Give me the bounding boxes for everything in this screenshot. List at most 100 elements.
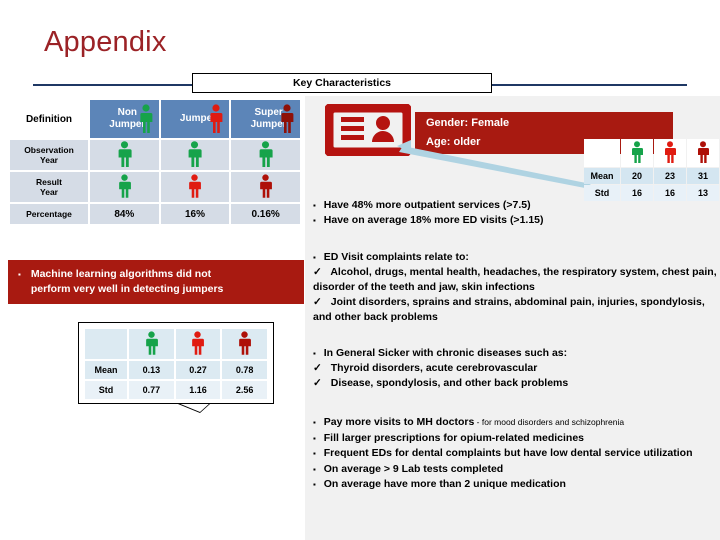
row-label-line2: Year bbox=[40, 155, 58, 165]
check-icon: ✓ bbox=[313, 296, 322, 308]
bullet-marker: ▪ bbox=[313, 480, 316, 489]
row-label-line1: Result bbox=[36, 177, 62, 187]
stat-value: 0.78 bbox=[222, 361, 267, 379]
ed-complaints-bullets: ▪ ED Visit complaints relate to: ✓ Alcoh… bbox=[313, 250, 717, 325]
cell-person-darkred-icon bbox=[231, 172, 300, 202]
row-label-observation-year: Observation Year bbox=[10, 140, 88, 170]
list-item: ▪ Have on average 18% more ED visits (>1… bbox=[313, 213, 613, 228]
percentage-value: 16% bbox=[160, 204, 230, 224]
table-header-row bbox=[584, 139, 719, 167]
table-row: Observation Year bbox=[10, 140, 300, 170]
row-label-line2: Year bbox=[40, 187, 58, 197]
person-green-icon bbox=[139, 104, 153, 137]
check-icon: ✓ bbox=[313, 266, 322, 278]
cell-person-green-icon bbox=[90, 140, 159, 170]
slide-canvas: Appendix Key Characteristics Definition … bbox=[0, 0, 720, 540]
person-red-icon bbox=[209, 104, 223, 137]
list-item-text: On average have more than 2 unique medic… bbox=[323, 478, 566, 490]
stat-value: 1.16 bbox=[175, 381, 221, 399]
list-item-heading: ▪ In General Sicker with chronic disease… bbox=[313, 346, 717, 361]
table-header-row: Definition Non Jumper Jumper Super Jumpe… bbox=[10, 100, 300, 138]
cell-person-green-icon bbox=[90, 172, 159, 202]
row-label-line1: Observation bbox=[24, 145, 74, 155]
table-row: Mean 20 23 31 bbox=[584, 168, 719, 184]
list-item-text: Have on average 18% more ED visits (>1.1… bbox=[323, 214, 544, 226]
list-item-text: Thyroid disorders, acute cerebrovascular bbox=[330, 362, 538, 374]
bullet-marker: ▪ bbox=[313, 201, 316, 210]
lower-stats-table: Mean 0.13 0.27 0.78 Std 0.77 1.16 2.56 bbox=[83, 327, 269, 401]
list-item: ✓ Alcohol, drugs, mental health, headach… bbox=[313, 265, 717, 295]
stat-value: 31 bbox=[687, 168, 719, 184]
check-icon: ✓ bbox=[313, 362, 322, 374]
person-darkred-icon bbox=[687, 139, 719, 167]
stat-value: 16 bbox=[654, 185, 686, 201]
table-row-percentage: Percentage 84% 16% 0.16% bbox=[10, 204, 300, 224]
callout-tail bbox=[178, 403, 210, 412]
banner-line2: perform very well in detecting jumpers bbox=[30, 283, 224, 295]
person-red-icon bbox=[654, 139, 686, 167]
bullet-marker: ▪ bbox=[313, 433, 316, 443]
percentage-value: 0.16% bbox=[231, 204, 300, 224]
list-heading-text: ED Visit complaints relate to: bbox=[323, 251, 469, 263]
list-item-text: Alcohol, drugs, mental health, headaches… bbox=[313, 266, 717, 293]
list-item: ▪ On average > 9 Lab tests completed bbox=[313, 462, 717, 478]
column-header-jumper: Jumper bbox=[160, 100, 230, 138]
lower-stats-callout: Mean 0.13 0.27 0.78 Std 0.77 1.16 2.56 bbox=[78, 322, 274, 404]
bullet-marker: ▪ bbox=[313, 449, 316, 458]
cell-person-red-icon bbox=[160, 172, 230, 202]
gender-line: Gender: Female bbox=[426, 117, 510, 129]
blank-corner bbox=[584, 139, 620, 167]
chronic-disease-bullets: ▪ In General Sicker with chronic disease… bbox=[313, 346, 717, 391]
bullet-marker: ▪ bbox=[313, 216, 316, 225]
list-item: ✓ Thyroid disorders, acute cerebrovascul… bbox=[313, 361, 717, 376]
list-item-text: Joint disorders, sprains and strains, ab… bbox=[313, 296, 705, 323]
row-label-mean: Mean bbox=[584, 168, 620, 184]
ml-performance-text: Machine learning algorithms did not perf… bbox=[31, 267, 224, 304]
list-item: ▪ Pay more visits to MH doctors - for mo… bbox=[313, 415, 717, 431]
percentage-value: 84% bbox=[90, 204, 159, 224]
stat-value: 0.77 bbox=[129, 381, 174, 399]
stat-value: 2.56 bbox=[222, 381, 267, 399]
column-header-non-jumper: Non Jumper bbox=[90, 100, 159, 138]
list-item: ✓ Joint disorders, sprains and strains, … bbox=[313, 295, 717, 325]
age-stats-table: Mean 20 23 31 Std 16 16 13 bbox=[583, 138, 720, 202]
table-row: Std 0.77 1.16 2.56 bbox=[85, 381, 267, 399]
bullet-marker: ▪ bbox=[313, 253, 316, 262]
section-plate: Key Characteristics bbox=[192, 73, 492, 93]
blank-corner bbox=[85, 329, 127, 359]
row-label-percentage: Percentage bbox=[10, 204, 88, 224]
bullet-marker: ▪ bbox=[18, 270, 21, 279]
table-header-row bbox=[85, 329, 267, 359]
definition-table: Definition Non Jumper Jumper Super Jumpe… bbox=[8, 98, 302, 226]
stat-value: 13 bbox=[687, 185, 719, 201]
bullet-marker: ▪ bbox=[313, 464, 316, 474]
list-item-text: Pay more visits to MH doctors bbox=[323, 416, 475, 428]
list-item-text: Disease, spondylosis, and other back pro… bbox=[330, 377, 569, 389]
table-row: Mean 0.13 0.27 0.78 bbox=[85, 361, 267, 379]
list-item: ▪ Frequent EDs for dental complaints but… bbox=[313, 446, 717, 462]
page-title: Appendix bbox=[44, 26, 167, 58]
table-row: Result Year bbox=[10, 172, 300, 202]
utilization-bullets: ▪ Have 48% more outpatient services (>7.… bbox=[313, 198, 613, 228]
list-item-text: On average > 9 Lab tests completed bbox=[323, 462, 504, 475]
person-darkred-icon bbox=[280, 104, 294, 137]
list-item-text: Fill larger prescriptions for opium-rela… bbox=[323, 431, 584, 444]
stat-value: 23 bbox=[654, 168, 686, 184]
person-green-icon bbox=[129, 329, 174, 359]
cell-person-green-icon bbox=[160, 140, 230, 170]
list-item-text: Frequent EDs for dental complaints but h… bbox=[323, 447, 693, 459]
list-item-suffix: - for mood disorders and schizophrenia bbox=[474, 417, 625, 427]
ml-performance-banner: ▪ Machine learning algorithms did not pe… bbox=[8, 260, 304, 304]
list-heading-text: In General Sicker with chronic diseases … bbox=[323, 347, 568, 359]
row-label-std: Std bbox=[85, 381, 127, 399]
stat-value: 16 bbox=[621, 185, 653, 201]
list-item-text: Have 48% more outpatient services (>7.5) bbox=[323, 199, 531, 211]
list-item-heading: ▪ ED Visit complaints relate to: bbox=[313, 250, 717, 265]
misc-findings-bullets: ▪ Pay more visits to MH doctors - for mo… bbox=[313, 415, 717, 493]
person-darkred-icon bbox=[222, 329, 267, 359]
list-item: ▪ Have 48% more outpatient services (>7.… bbox=[313, 198, 613, 213]
stat-value: 20 bbox=[621, 168, 653, 184]
connector-arrow bbox=[395, 138, 595, 193]
banner-line1: Machine learning algorithms did not bbox=[30, 268, 212, 280]
definition-corner-label: Definition bbox=[10, 100, 88, 138]
